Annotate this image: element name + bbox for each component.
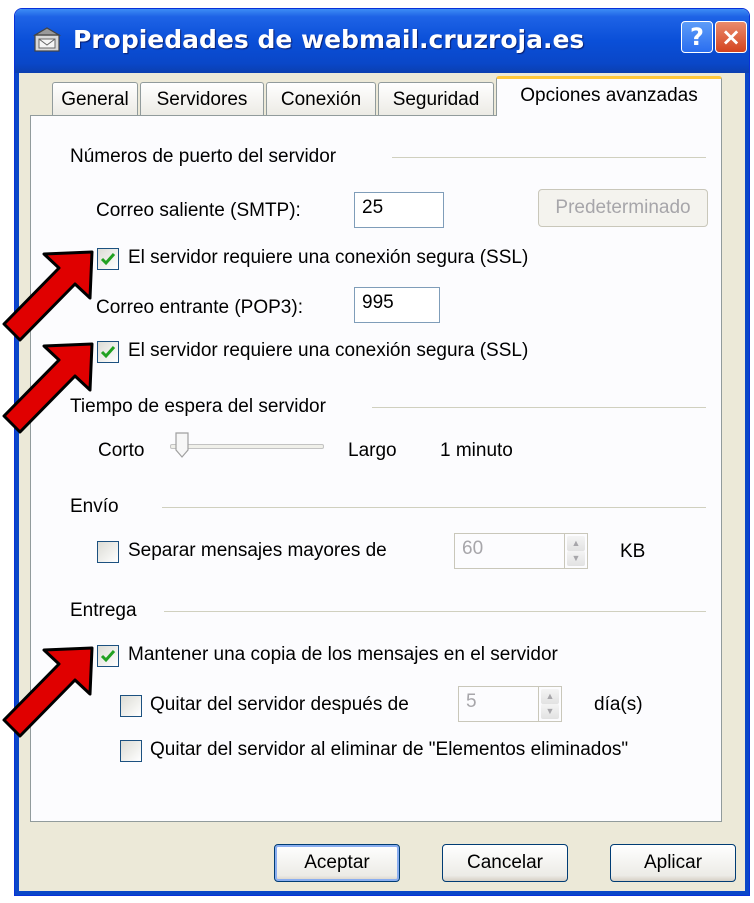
title-bar[interactable]: Propiedades de webmail.cruzroja.es ? × (15, 9, 749, 73)
default-button[interactable]: Predeterminado (538, 189, 708, 227)
window-frame-right (745, 73, 749, 895)
split-messages-label[interactable]: Separar mensajes mayores de (128, 540, 387, 562)
smtp-label: Correo saliente (SMTP): (96, 200, 301, 221)
check-icon (100, 346, 116, 359)
spin-up-icon[interactable]: ▲ (567, 536, 585, 551)
mail-account-icon (33, 27, 62, 52)
remove-after-label[interactable]: Quitar del servidor después de (150, 694, 409, 716)
sending-heading: Envío (70, 496, 119, 517)
tab-seguridad[interactable]: Seguridad (378, 82, 494, 115)
cancel-button[interactable]: Cancelar (442, 844, 568, 882)
split-size-input[interactable]: 60 (454, 533, 566, 569)
help-button[interactable]: ? (681, 21, 713, 53)
ok-button[interactable]: Aceptar (274, 844, 400, 882)
smtp-ssl-label[interactable]: El servidor requiere una conexión segura… (128, 247, 528, 269)
timeout-heading: Tiempo de espera del servidor (70, 396, 326, 417)
tab-general[interactable]: General (52, 82, 138, 115)
timeout-short-label: Corto (98, 440, 145, 461)
apply-button[interactable]: Aplicar (610, 844, 736, 882)
remove-after-checkbox[interactable] (120, 695, 142, 717)
window-title: Propiedades de webmail.cruzroja.es (73, 25, 585, 54)
check-icon (100, 650, 116, 663)
window-frame-bottom (15, 891, 749, 895)
check-icon (100, 253, 116, 266)
ports-separator (392, 157, 706, 158)
remove-after-days-input[interactable]: 5 (458, 686, 540, 722)
keep-copy-checkbox[interactable] (97, 645, 119, 667)
ports-heading: Números de puerto del servidor (70, 146, 337, 167)
remove-deleted-checkbox[interactable] (120, 740, 142, 762)
window-frame-left (15, 73, 19, 895)
timeout-slider[interactable] (160, 432, 324, 462)
pop3-ssl-label[interactable]: El servidor requiere una conexión segura… (128, 340, 528, 362)
remove-after-spinner[interactable]: ▲ ▼ (538, 686, 562, 722)
spin-up-icon[interactable]: ▲ (541, 689, 559, 704)
remove-deleted-label[interactable]: Quitar del servidor al eliminar de "Elem… (150, 739, 628, 761)
slider-track (170, 444, 324, 449)
pop3-label: Correo entrante (POP3): (96, 297, 303, 318)
red-arrow-icon (2, 342, 94, 434)
split-messages-checkbox[interactable] (97, 541, 119, 563)
delivery-separator (164, 611, 706, 612)
split-size-unit: KB (620, 541, 646, 562)
timeout-long-label: Largo (348, 440, 397, 461)
remove-after-unit: día(s) (594, 694, 643, 715)
timeout-value: 1 minuto (440, 440, 513, 461)
spin-down-icon[interactable]: ▼ (541, 704, 559, 719)
smtp-ssl-checkbox[interactable] (97, 248, 119, 270)
tab-opciones-avanzadas[interactable]: Opciones avanzadas (496, 76, 722, 116)
close-button[interactable]: × (715, 21, 747, 53)
tab-servidores[interactable]: Servidores (140, 82, 264, 115)
slider-thumb[interactable] (175, 432, 189, 458)
pop3-ssl-checkbox[interactable] (97, 341, 119, 363)
keep-copy-label[interactable]: Mantener una copia de los mensajes en el… (128, 644, 558, 666)
pop3-port-input[interactable]: 995 (354, 287, 440, 323)
red-arrow-icon (2, 646, 94, 738)
smtp-port-input[interactable]: 25 (354, 192, 444, 228)
split-size-spinner[interactable]: ▲ ▼ (564, 533, 588, 569)
spin-down-icon[interactable]: ▼ (567, 551, 585, 566)
delivery-heading: Entrega (70, 600, 137, 621)
tab-conexion[interactable]: Conexión (266, 82, 376, 115)
sending-separator (162, 507, 706, 508)
timeout-separator (372, 407, 706, 408)
